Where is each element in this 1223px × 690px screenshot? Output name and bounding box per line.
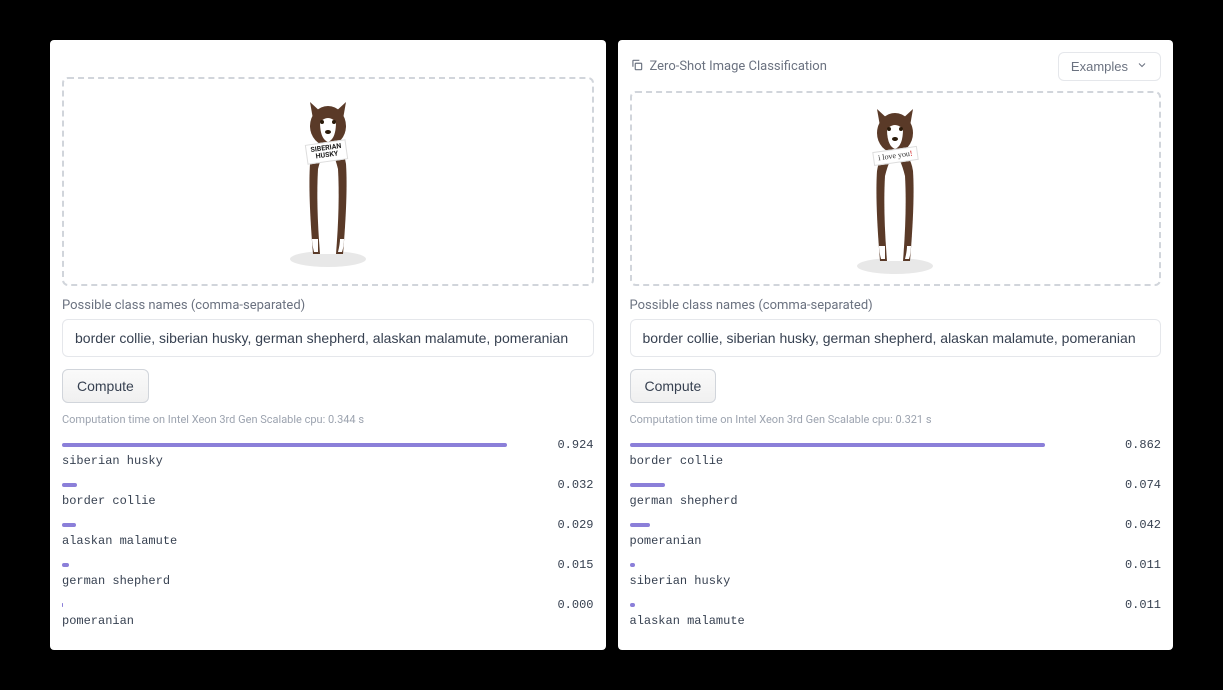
- examples-button[interactable]: Examples: [1058, 52, 1161, 81]
- result-row: 0.011 alaskan malamute: [630, 598, 1162, 628]
- score-value: 0.032: [554, 478, 594, 492]
- class-label: pomeranian: [62, 614, 594, 628]
- compute-button[interactable]: Compute: [630, 369, 717, 403]
- results-list: 0.862border collie0.074german shepherd0.…: [630, 438, 1162, 638]
- result-row: 0.000 pomeranian: [62, 598, 594, 628]
- class-label: siberian husky: [62, 454, 594, 468]
- score-value: 0.011: [1121, 558, 1161, 572]
- compute-time-text: Computation time on Intel Xeon 3rd Gen S…: [630, 413, 1162, 426]
- score-value: 0.042: [1121, 518, 1161, 532]
- class-label: pomeranian: [630, 534, 1162, 548]
- class-label: siberian husky: [630, 574, 1162, 588]
- copy-icon: [630, 58, 644, 76]
- score-bar: [62, 563, 544, 567]
- image-dropzone[interactable]: SIBERIAN HUSKY: [62, 77, 594, 286]
- examples-label: Examples: [1071, 59, 1128, 74]
- result-row: 0.011 siberian husky: [630, 558, 1162, 588]
- result-row: 0.042 pomeranian: [630, 518, 1162, 548]
- score-value: 0.015: [554, 558, 594, 572]
- class-label: german shepherd: [630, 494, 1162, 508]
- classes-label: Possible class names (comma-separated): [62, 298, 594, 313]
- score-bar: [630, 603, 1112, 607]
- result-row: 0.862 border collie: [630, 438, 1162, 468]
- score-bar: [630, 523, 1112, 527]
- classifier-panel-right: Zero-Shot Image Classification Examples: [618, 40, 1174, 650]
- score-bar: [630, 483, 1112, 487]
- classes-input[interactable]: [630, 319, 1162, 357]
- panel-title: Zero-Shot Image Classification: [650, 59, 827, 74]
- score-value: 0.862: [1121, 438, 1161, 452]
- class-label: border collie: [630, 454, 1162, 468]
- class-label: alaskan malamute: [62, 534, 594, 548]
- classes-label: Possible class names (comma-separated): [630, 298, 1162, 313]
- result-row: 0.924 siberian husky: [62, 438, 594, 468]
- score-value: 0.029: [554, 518, 594, 532]
- uploaded-image: SIBERIAN HUSKY: [268, 94, 388, 269]
- classifier-panel-left: ⧉ placeholder SIBERIAN HUSKY Possible: [50, 40, 606, 650]
- class-label: border collie: [62, 494, 594, 508]
- score-bar: [62, 483, 544, 487]
- score-value: 0.074: [1121, 478, 1161, 492]
- class-label: german shepherd: [62, 574, 594, 588]
- compute-time-text: Computation time on Intel Xeon 3rd Gen S…: [62, 413, 594, 426]
- result-row: 0.029 alaskan malamute: [62, 518, 594, 548]
- uploaded-image: i love you!: [835, 101, 955, 276]
- results-list: 0.924siberian husky0.032border collie0.0…: [62, 438, 594, 638]
- class-label: alaskan malamute: [630, 614, 1162, 628]
- result-row: 0.074 german shepherd: [630, 478, 1162, 508]
- chevron-down-icon: [1136, 59, 1148, 74]
- result-row: 0.015 german shepherd: [62, 558, 594, 588]
- score-bar: [62, 443, 544, 447]
- score-bar: [62, 603, 544, 607]
- score-value: 0.011: [1121, 598, 1161, 612]
- score-bar: [630, 443, 1112, 447]
- score-bar: [630, 563, 1112, 567]
- compute-button[interactable]: Compute: [62, 369, 149, 403]
- classes-input[interactable]: [62, 319, 594, 357]
- image-dropzone[interactable]: i love you!: [630, 91, 1162, 286]
- result-row: 0.032 border collie: [62, 478, 594, 508]
- score-bar: [62, 523, 544, 527]
- score-value: 0.924: [554, 438, 594, 452]
- score-value: 0.000: [554, 598, 594, 612]
